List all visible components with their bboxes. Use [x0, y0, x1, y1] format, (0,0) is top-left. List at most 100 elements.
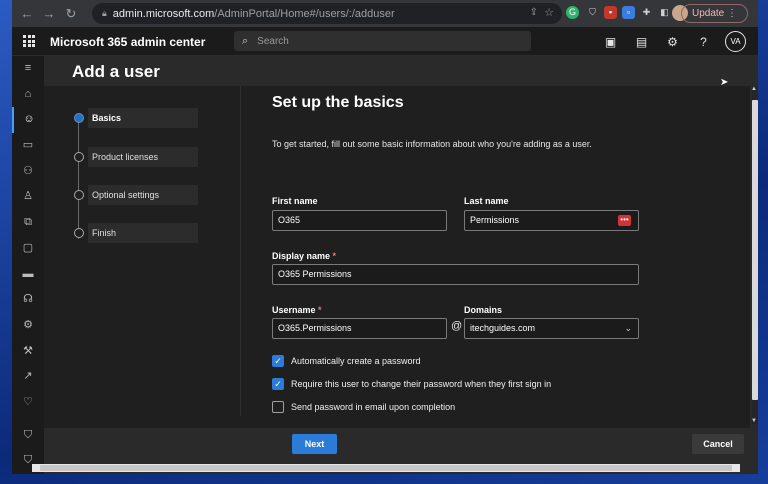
browser-window: ← → ↻ 🔒︎ admin.microsoft.com/AdminPortal…: [12, 0, 758, 474]
send-password-email-checkbox[interactable]: Send password in email upon completion: [272, 400, 455, 414]
username-label: Username *: [272, 305, 322, 315]
payment-icon[interactable]: ▬: [12, 262, 44, 288]
last-name-label: Last name: [464, 196, 509, 206]
browser-toolbar: ← → ↻ 🔒︎ admin.microsoft.com/AdminPortal…: [12, 0, 758, 27]
check-icon: ✓: [272, 378, 284, 390]
lock-icon: 🔒︎: [102, 8, 107, 18]
scroll-up-icon[interactable]: ▲: [751, 86, 757, 92]
cancel-button[interactable]: Cancel: [692, 434, 744, 454]
waffle-icon[interactable]: [23, 35, 35, 47]
step-dot-icon: [74, 190, 84, 200]
domains-dropdown[interactable]: itechguides.com ⌄: [464, 318, 639, 339]
step-basics[interactable]: Basics: [74, 108, 254, 128]
setup-icon[interactable]: ⚒: [12, 339, 44, 365]
step-optional-settings[interactable]: Optional settings: [74, 185, 254, 205]
step-connector-line: [78, 122, 79, 239]
user-icon[interactable]: ☺: [12, 107, 44, 134]
url-host: admin.microsoft.com: [112, 7, 215, 20]
scroll-down-icon[interactable]: ▼: [751, 418, 757, 424]
section-title: Set up the basics: [272, 94, 404, 111]
mouse-cursor-icon: ➤: [720, 77, 729, 88]
avatar[interactable]: VA: [725, 31, 746, 52]
auto-password-checkbox[interactable]: ✓ Automatically create a password: [272, 354, 421, 368]
home-icon[interactable]: ⌂: [12, 82, 44, 108]
step-label: Finish: [88, 223, 198, 243]
checkbox-label: Automatically create a password: [291, 356, 421, 366]
first-name-field[interactable]: O365: [272, 210, 447, 231]
gear-icon[interactable]: ⚙: [657, 35, 688, 49]
scrollbar-thumb[interactable]: [40, 465, 732, 471]
page-title: Add a user: [72, 62, 160, 81]
app-title[interactable]: Microsoft 365 admin center: [50, 35, 205, 49]
back-arrow-icon[interactable]: ←: [16, 6, 38, 21]
settings-icon[interactable]: ⚙: [12, 313, 44, 339]
health-icon[interactable]: ♡: [12, 390, 44, 416]
menu-dots-icon: ⋮: [727, 8, 737, 19]
search-input[interactable]: ⌕ Search: [234, 31, 531, 51]
display-name-label: Display name *: [272, 251, 336, 261]
check-icon: ✓: [272, 355, 284, 367]
step-finish[interactable]: Finish: [74, 223, 254, 243]
support-icon[interactable]: ☊: [12, 287, 44, 313]
step-label: Product licenses: [88, 147, 198, 167]
require-change-password-checkbox[interactable]: ✓ Require this user to change their pass…: [272, 377, 551, 391]
username-field[interactable]: O365.Permissions: [272, 318, 447, 339]
roles-icon[interactable]: ♙: [12, 184, 44, 210]
extension-red-icon[interactable]: ▪: [604, 6, 617, 19]
last-name-value: Permissions: [470, 215, 520, 225]
extensions-puzzle-icon[interactable]: ✚: [640, 6, 653, 19]
search-placeholder: Search: [257, 35, 289, 47]
security-icon[interactable]: ⛉: [12, 423, 44, 449]
share-icon[interactable]: ⇪: [530, 7, 538, 18]
required-marker: *: [318, 305, 322, 315]
extension-shield-icon[interactable]: ⛉: [586, 6, 599, 19]
username-label-text: Username: [272, 305, 316, 315]
main-content: Add a user Basics Product licenses Optio…: [44, 56, 758, 474]
search-icon: ⌕: [242, 34, 249, 47]
unchecked-box-icon: [272, 401, 284, 413]
step-dot-icon: [74, 152, 84, 162]
star-icon[interactable]: ☆: [544, 6, 554, 19]
reports-icon[interactable]: ↗: [12, 364, 44, 390]
url-path: /AdminPortal/Home#/users/:/adduser: [214, 7, 395, 20]
document-icon[interactable]: ▤: [626, 35, 657, 49]
required-marker: *: [332, 251, 337, 261]
step-current-dot-icon: [74, 113, 84, 123]
vertical-scrollbar[interactable]: ▲ ▼: [751, 86, 758, 424]
menu-collapse-icon[interactable]: ≡: [12, 56, 44, 82]
device-icon[interactable]: ▭: [12, 133, 44, 159]
resources-icon[interactable]: ⧉: [12, 210, 44, 236]
next-button[interactable]: Next: [292, 434, 337, 454]
extension-blue-icon[interactable]: ▫: [622, 6, 635, 19]
step-label: Optional settings: [88, 185, 198, 205]
step-label: Basics: [88, 108, 198, 128]
header-icons: ▣ ▤ ⚙ ? VA: [595, 27, 758, 56]
password-manager-icon[interactable]: •••: [618, 215, 631, 226]
domains-label: Domains: [464, 305, 503, 315]
at-sign: @: [451, 320, 463, 332]
update-button[interactable]: Update ⋮: [680, 4, 748, 23]
billing-icon[interactable]: ▢: [12, 236, 44, 262]
address-bar[interactable]: 🔒︎ admin.microsoft.com/AdminPortal/Home#…: [92, 3, 562, 24]
forward-arrow-icon[interactable]: →: [38, 6, 60, 21]
display-name-label-text: Display name: [272, 251, 331, 261]
groups-icon[interactable]: ⚇: [12, 159, 44, 185]
nav-rail: ≡ ⌂ ☺ ▭ ⚇ ♙ ⧉ ▢ ▬ ☊ ⚙ ⚒ ↗ ♡ ⛉ ⛉: [12, 56, 44, 474]
step-dot-icon: [74, 228, 84, 238]
terminal-icon[interactable]: ▣: [595, 35, 626, 49]
reload-icon[interactable]: ↻: [60, 6, 82, 22]
display-name-field[interactable]: O365 Permissions: [272, 264, 639, 285]
checkbox-label: Require this user to change their passwo…: [291, 379, 552, 389]
last-name-field[interactable]: Permissions •••: [464, 210, 639, 231]
scrollbar-thumb[interactable]: [752, 100, 758, 400]
intro-text: To get started, fill out some basic info…: [272, 139, 592, 149]
wizard-panel: Basics Product licenses Optional setting…: [44, 86, 750, 466]
extension-grammar-icon[interactable]: G: [566, 6, 579, 19]
panel-divider: [240, 86, 241, 416]
help-icon[interactable]: ?: [688, 35, 719, 49]
update-label: Update: [691, 8, 725, 19]
horizontal-scrollbar[interactable]: [32, 464, 740, 472]
app-header: Microsoft 365 admin center ⌕ Search ▣ ▤ …: [12, 27, 758, 56]
step-product-licenses[interactable]: Product licenses: [74, 147, 254, 167]
sidebar-toggle-icon[interactable]: ◧: [658, 6, 671, 19]
